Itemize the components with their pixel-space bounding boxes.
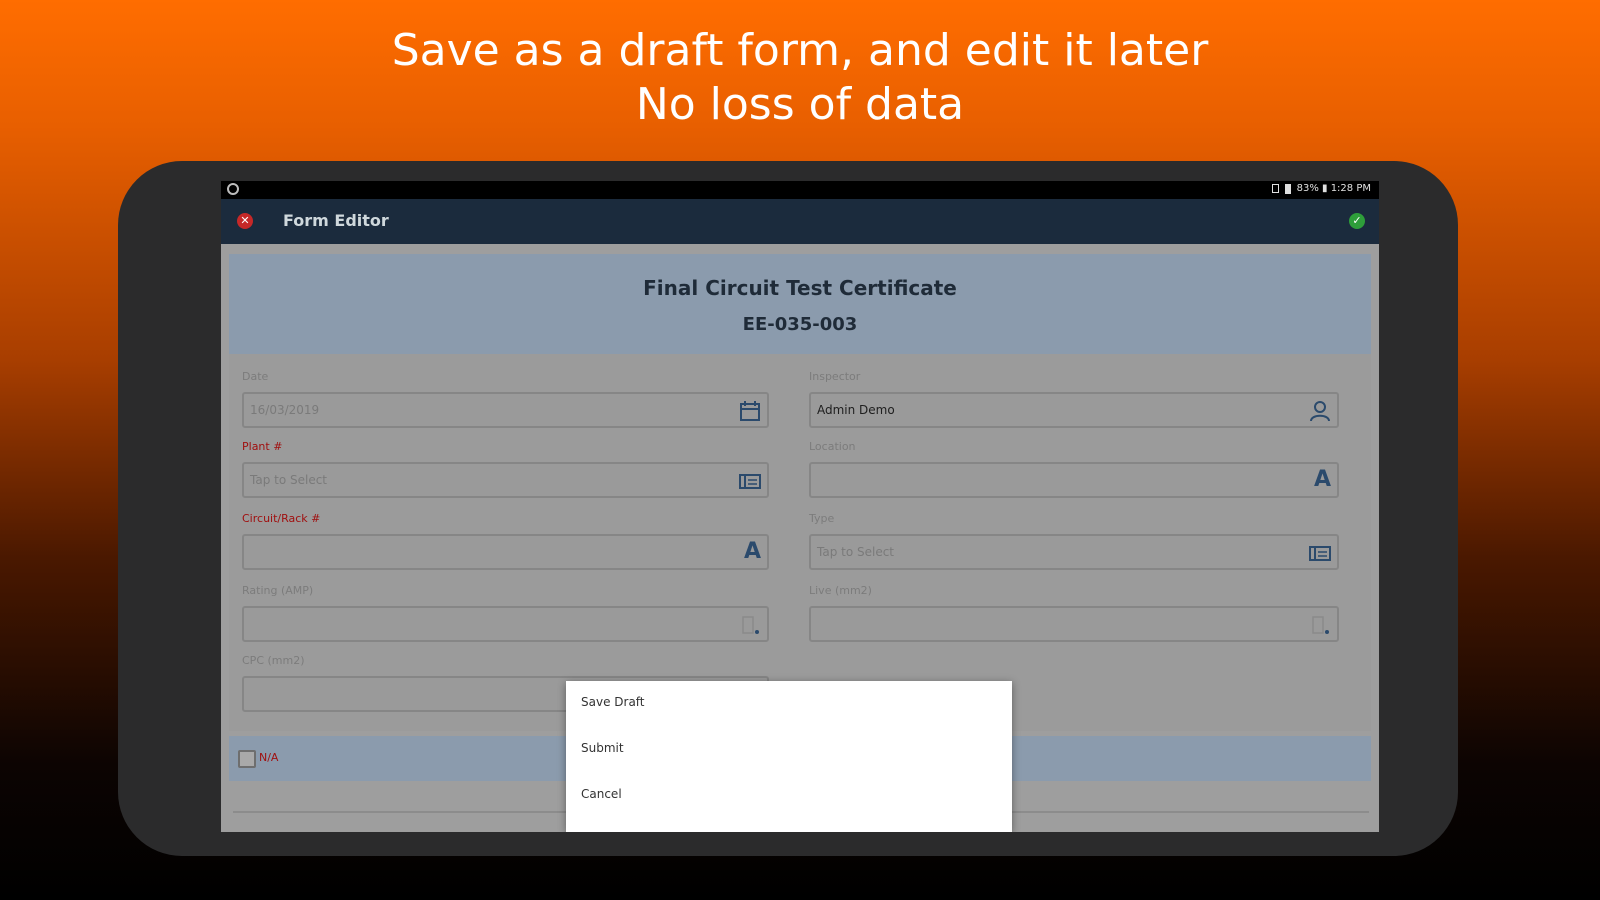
- app-bar: ✕ Form Editor ✓: [221, 199, 1379, 244]
- text-icon: A: [1313, 467, 1331, 492]
- type-placeholder: Tap to Select: [817, 545, 895, 559]
- date-field[interactable]: 16/03/2019: [242, 392, 769, 428]
- calendar-icon[interactable]: [739, 400, 761, 422]
- type-label: Type: [809, 512, 835, 525]
- cpc-label: CPC (mm2): [242, 654, 305, 667]
- circuit-rack-field[interactable]: A: [242, 534, 769, 570]
- text-icon: A: [743, 539, 761, 564]
- promo-headline-line2: No loss of data: [635, 79, 965, 130]
- status-text: 83% ▮ 1:28 PM: [1296, 183, 1371, 194]
- inspector-label: Inspector: [809, 370, 861, 383]
- check-icon[interactable]: ✓: [1349, 213, 1365, 229]
- number-icon: [1312, 616, 1329, 634]
- location-label: Location: [809, 440, 856, 453]
- promo-headline-line1: Save as a draft form, and edit it later: [391, 25, 1209, 76]
- inspector-field[interactable]: Admin Demo: [809, 392, 1339, 428]
- status-right: 83% ▮ 1:28 PM: [1271, 183, 1371, 194]
- live-field[interactable]: [809, 606, 1339, 642]
- form-body: Date 16/03/2019 Plant # Tap to Select Ci…: [229, 354, 1371, 731]
- plant-label: Plant #: [242, 440, 283, 453]
- app-title: Form Editor: [283, 211, 389, 230]
- date-value: 16/03/2019: [250, 403, 320, 417]
- menu-item-cancel[interactable]: Cancel: [566, 773, 1012, 819]
- list-select-icon[interactable]: [739, 470, 761, 492]
- tablet-screen: 83% ▮ 1:28 PM ✕ Form Editor ✓ Final Circ…: [221, 181, 1379, 832]
- form-header: Final Circuit Test Certificate EE-035-00…: [229, 254, 1371, 354]
- na-checkbox[interactable]: [238, 750, 256, 768]
- close-icon[interactable]: ✕: [237, 213, 253, 229]
- number-icon: [742, 616, 759, 634]
- sd-card-icon: [1271, 184, 1279, 193]
- plant-placeholder: Tap to Select: [250, 473, 328, 487]
- list-select-icon[interactable]: [1309, 542, 1331, 564]
- menu-item-submit[interactable]: Submit: [566, 727, 1012, 773]
- popup-menu: Save Draft Submit Cancel: [566, 681, 1012, 832]
- location-field[interactable]: A: [809, 462, 1339, 498]
- na-label: N/A: [259, 751, 279, 764]
- status-bar: 83% ▮ 1:28 PM: [221, 181, 1379, 199]
- form-title: Final Circuit Test Certificate: [643, 276, 957, 300]
- circuit-rack-label: Circuit/Rack #: [242, 512, 321, 525]
- plant-field[interactable]: Tap to Select: [242, 462, 769, 498]
- settings-icon: [227, 183, 239, 195]
- date-label: Date: [242, 370, 269, 383]
- type-field[interactable]: Tap to Select: [809, 534, 1339, 570]
- rating-label: Rating (AMP): [242, 584, 314, 597]
- menu-item-save-draft[interactable]: Save Draft: [566, 681, 1012, 727]
- live-label: Live (mm2): [809, 584, 872, 597]
- rating-field[interactable]: [242, 606, 769, 642]
- form-code: EE-035-003: [742, 314, 858, 335]
- promo-headline: Save as a draft form, and edit it later …: [0, 24, 1600, 132]
- person-icon[interactable]: [1309, 400, 1331, 422]
- battery-icon: [1284, 183, 1291, 194]
- inspector-value: Admin Demo: [817, 403, 895, 417]
